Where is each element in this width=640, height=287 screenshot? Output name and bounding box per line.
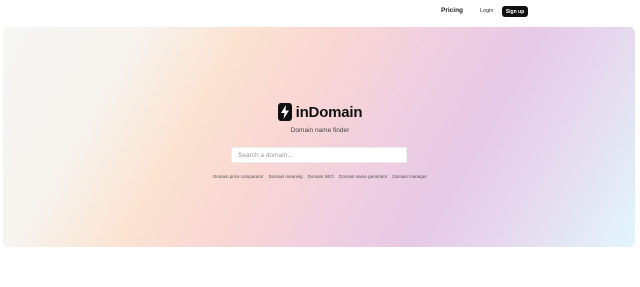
pricing-link[interactable]: Pricing [441,7,463,14]
tool-links: Domain price comparator Domain meaning D… [0,174,640,179]
tagline: Domain name finder [290,127,350,134]
link-domain-name-generator[interactable]: Domain name generator [339,174,388,179]
login-link[interactable]: Login [480,8,493,14]
lightning-bolt-icon [277,103,292,121]
domain-search-input[interactable] [231,147,407,163]
brand-name: inDomain [295,103,363,121]
link-domain-manager[interactable]: Domain manager [392,174,427,179]
link-domain-meaning[interactable]: Domain meaning [269,174,303,179]
link-domain-seo[interactable]: Domain SEO [308,174,334,179]
link-domain-price-comparator[interactable]: Domain price comparator [213,174,264,179]
brand-logo[interactable]: inDomain [0,103,640,121]
sign-up-button[interactable]: Sign up [502,6,528,17]
hero-background [3,27,635,247]
top-nav: Pricing Login Sign up [0,0,640,24]
